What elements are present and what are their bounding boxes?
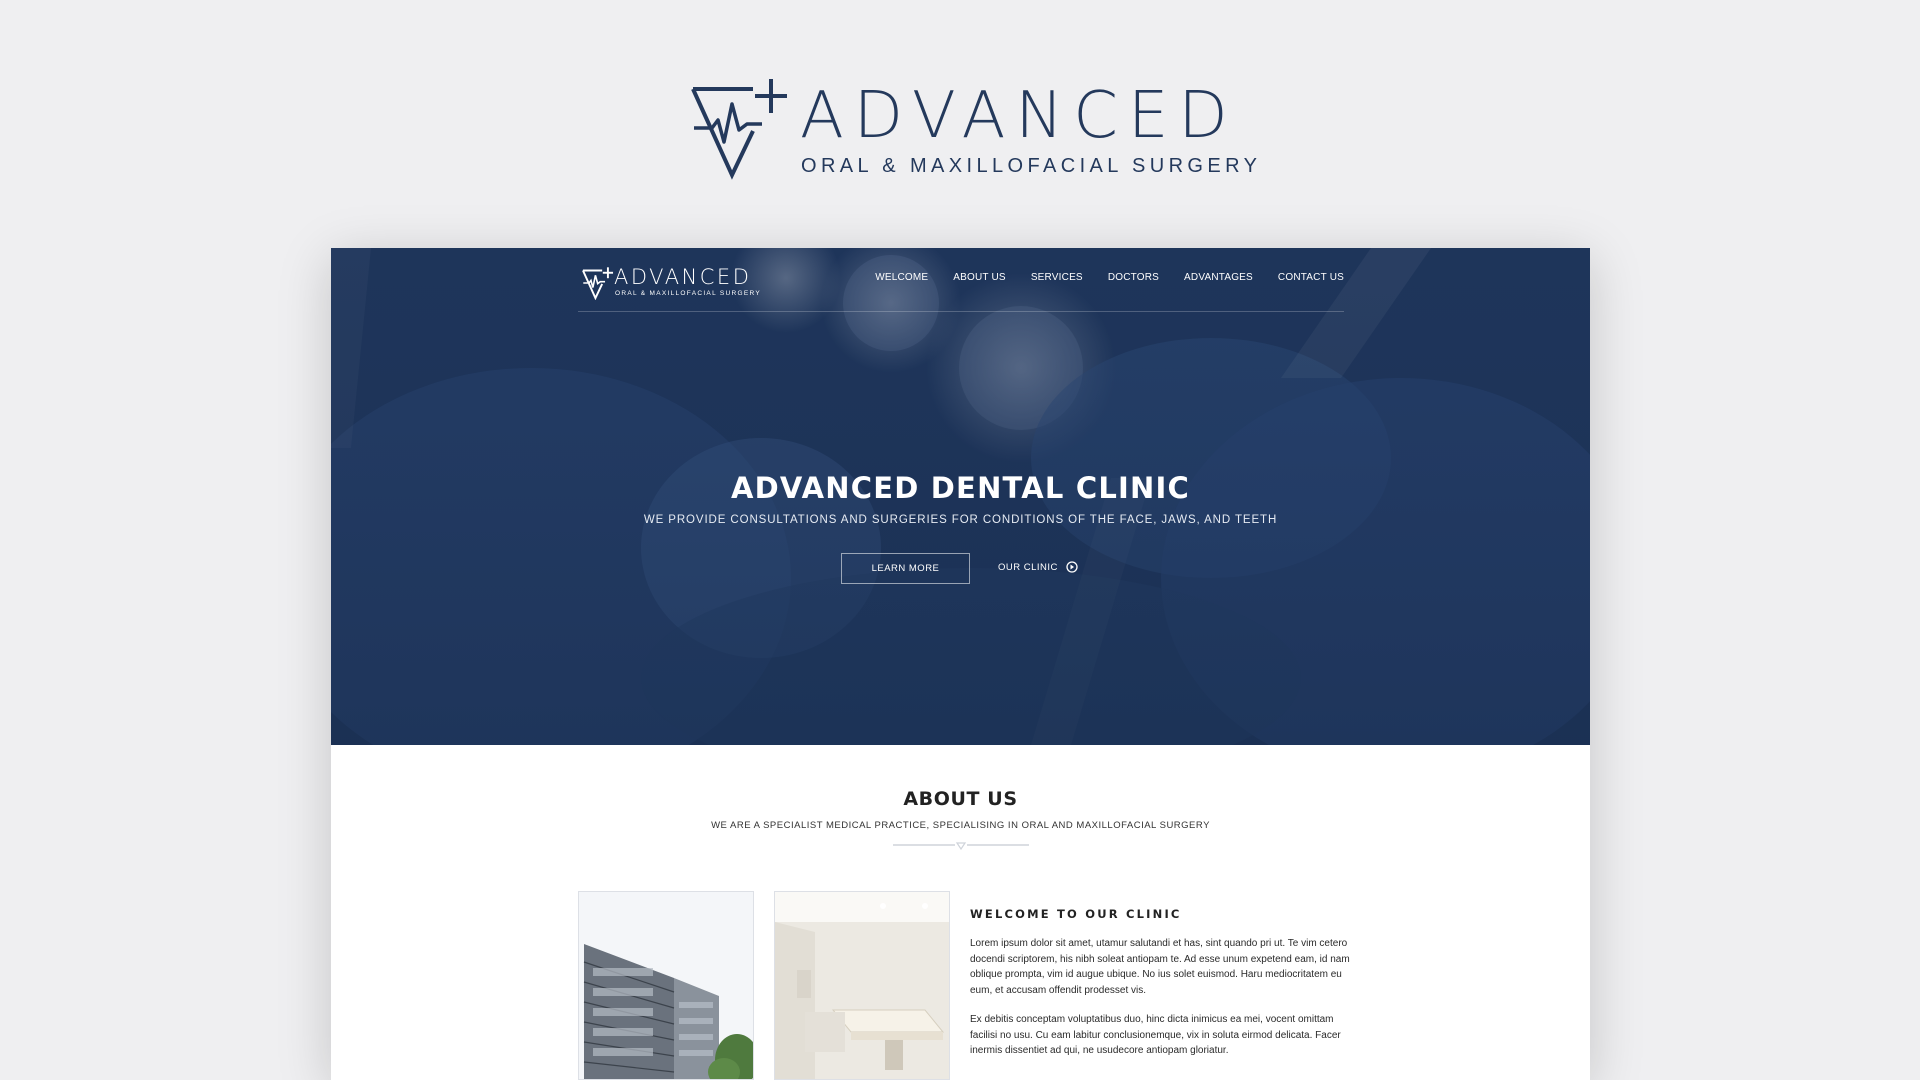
nav-link-services[interactable]: SERVICES: [1031, 272, 1083, 283]
our-clinic-link[interactable]: OUR CLINIC: [998, 561, 1078, 573]
hero-subtitle: WE PROVIDE CONSULTATIONS AND SURGERIES F…: [643, 514, 1278, 526]
arrow-circle-icon: [1066, 561, 1078, 573]
triangle-heartbeat-cross-icon: [582, 267, 614, 300]
clinic-room-photo: [774, 891, 950, 1080]
welcome-paragraph-1: Lorem ipsum dolor sit amet, utamur salut…: [970, 938, 1350, 996]
nav-link-doctors[interactable]: DOCTORS: [1108, 272, 1159, 283]
learn-more-button[interactable]: LEARN MORE: [841, 553, 970, 584]
welcome-heading: WELCOME TO OUR CLINIC: [970, 907, 1182, 921]
hero-section: ADVANCED ORAL & MAXILLOFACIAL SURGERY WE…: [331, 248, 1590, 745]
welcome-paragraph-2: Ex debitis conceptam voluptatibus duo, h…: [970, 1014, 1341, 1056]
nav-logo[interactable]: ADVANCED ORAL & MAXILLOFACIAL SURGERY: [578, 263, 761, 303]
clinic-building-photo: [578, 891, 754, 1080]
nav-link-advantages[interactable]: ADVANTAGES: [1184, 272, 1253, 283]
treatment-room-image: [775, 892, 949, 1079]
about-subtitle: WE ARE A SPECIALIST MEDICAL PRACTICE, SP…: [711, 820, 1210, 831]
top-nav: ADVANCED ORAL & MAXILLOFACIAL SURGERY WE…: [578, 263, 1344, 312]
about-title: ABOUT US: [903, 788, 1018, 810]
website-mockup: ADVANCED ORAL & MAXILLOFACIAL SURGERY WE…: [331, 248, 1590, 1080]
nav-link-welcome[interactable]: WELCOME: [875, 272, 928, 283]
our-clinic-label: OUR CLINIC: [998, 561, 1058, 573]
hero-title: ADVANCED DENTAL CLINIC: [731, 471, 1190, 505]
nav-logo-wordmark: ADVANCED: [614, 265, 752, 289]
nav-link-contact-us[interactable]: CONTACT US: [1278, 272, 1344, 283]
triangle-heartbeat-cross-icon: [691, 79, 787, 180]
nav-logo-tagline: ORAL & MAXILLOFACIAL SURGERY: [615, 290, 761, 297]
brand-logo: ADVANCED ORAL & MAXILLOFACIAL SURGERY: [690, 76, 1257, 180]
nav-links: WELCOME ABOUT US SERVICES DOCTORS ADVANT…: [875, 272, 1344, 283]
brand-tagline: ORAL & MAXILLOFACIAL SURGERY: [801, 155, 1262, 177]
brand-wordmark: ADVANCED: [800, 79, 1238, 153]
nav-link-about-us[interactable]: ABOUT US: [953, 272, 1006, 283]
building-image: [579, 892, 753, 1079]
section-divider: [893, 842, 1029, 850]
